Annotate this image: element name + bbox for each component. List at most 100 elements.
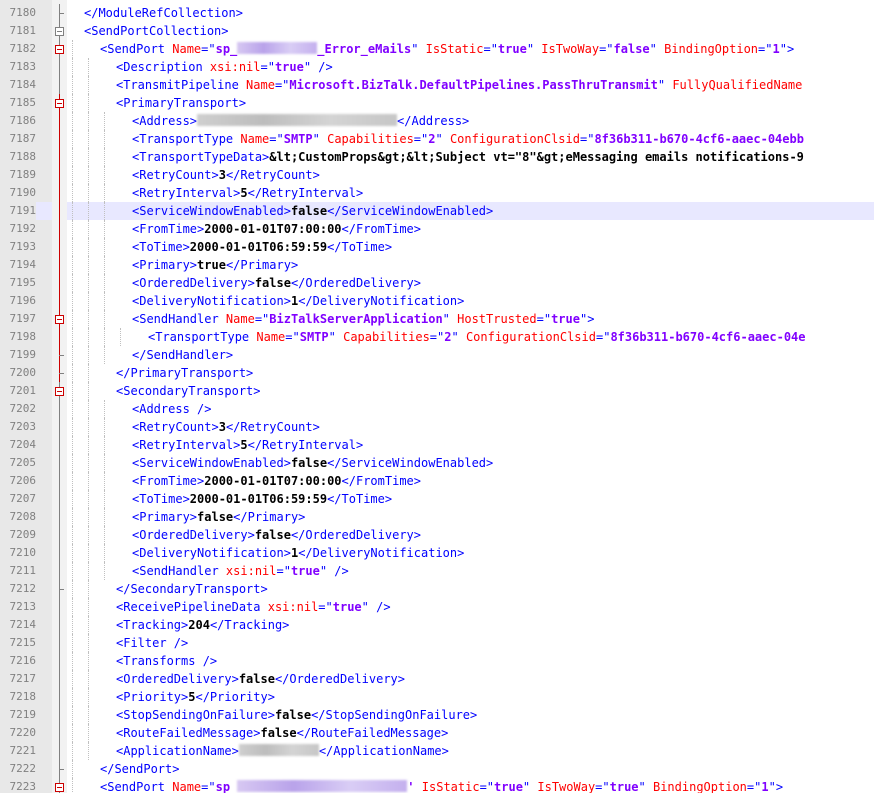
code-token: <OrderedDelivery> <box>116 672 239 686</box>
code-line[interactable]: 7219 <StopSendingOnFailure>false</StopSen… <box>0 706 874 724</box>
code-token: 3 <box>218 168 226 182</box>
code-line[interactable]: 7182 <SendPort Name="sp_ _Error_eMails" Is… <box>0 40 874 58</box>
code-line[interactable]: 7180 </ModuleRefCollection> <box>0 4 874 22</box>
code-line[interactable]: 7193 <ToTime>2000-01-01T06:59:59</ToTime> <box>0 238 874 256</box>
code-text: <DeliveryNotification>1</DeliveryNotific… <box>132 544 464 562</box>
code-text: <Transforms /> <box>116 652 217 670</box>
line-number: 7199 <box>0 346 36 364</box>
code-line[interactable]: 7181 <SendPortCollection> <box>0 22 874 40</box>
code-line[interactable]: 7192 <FromTime>2000-01-01T07:00:00</FromT… <box>0 220 874 238</box>
indent-guide <box>104 238 105 256</box>
code-line[interactable]: 7211 <SendHandler xsi:nil="true" /> <box>0 562 874 580</box>
indent-guide <box>104 346 105 364</box>
code-line[interactable]: 7187 <TransportType Name="SMTP" Capabilit… <box>0 130 874 148</box>
code-token: " <box>435 132 450 146</box>
fold-toggle-icon[interactable] <box>52 310 67 328</box>
code-token: =" <box>746 780 762 793</box>
code-line[interactable]: 7186 <Address> </Address> <box>0 112 874 130</box>
code-token: <RouteFailedMessage> <box>116 726 261 740</box>
indent-guide <box>104 130 105 148</box>
code-line[interactable]: 7199 </SendHandler> <box>0 346 874 364</box>
indent-guide <box>88 364 89 382</box>
fold-line <box>52 202 67 220</box>
fold-line <box>52 58 67 76</box>
code-line[interactable]: 7215 <Filter /> <box>0 634 874 652</box>
code-line[interactable]: 7210 <DeliveryNotification>1</DeliveryNot… <box>0 544 874 562</box>
code-line[interactable]: 7201 <SecondaryTransport> <box>0 382 874 400</box>
code-token: <Description <box>116 60 210 74</box>
line-number: 7202 <box>0 400 36 418</box>
code-token: IsTwoWay <box>541 42 600 56</box>
code-token: false <box>613 42 650 56</box>
indent-guide <box>88 310 89 328</box>
code-line[interactable]: 7185 <PrimaryTransport> <box>0 94 874 112</box>
code-line[interactable]: 7188 <TransportTypeData>&lt;CustomProps&g… <box>0 148 874 166</box>
code-line[interactable]: 7191 <ServiceWindowEnabled>false</Service… <box>0 202 874 220</box>
indent-guide <box>88 130 89 148</box>
code-line[interactable]: 7194 <Primary>true</Primary> <box>0 256 874 274</box>
code-token: </StopSendingOnFailure> <box>311 708 478 722</box>
code-line[interactable]: 7213 <ReceivePipelineData xsi:nil="true" … <box>0 598 874 616</box>
code-line[interactable]: 7220 <RouteFailedMessage>false</RouteFail… <box>0 724 874 742</box>
fold-toggle-icon[interactable] <box>52 382 67 400</box>
code-line[interactable]: 7207 <ToTime>2000-01-01T06:59:59</ToTime> <box>0 490 874 508</box>
code-line[interactable]: 7205 <ServiceWindowEnabled>false</Service… <box>0 454 874 472</box>
fold-line <box>52 76 67 94</box>
code-line[interactable]: 7222 </SendPort> <box>0 760 874 778</box>
code-line[interactable]: 7208 <Primary>false</Primary> <box>0 508 874 526</box>
indent-guide <box>104 202 105 220</box>
xml-editor[interactable]: 7180 </ModuleRefCollection> 7181 <SendPortC… <box>0 0 874 793</box>
indent-guide <box>72 76 73 94</box>
line-number: 7201 <box>0 382 36 400</box>
code-token: BindingOption <box>664 42 759 56</box>
indent-guide <box>104 328 105 346</box>
fold-toggle-icon[interactable] <box>52 778 67 793</box>
code-token: true <box>197 258 226 272</box>
code-line[interactable]: 7189 <RetryCount>3</RetryCount> <box>0 166 874 184</box>
fold-toggle-icon[interactable] <box>52 22 67 40</box>
line-number: 7197 <box>0 310 36 328</box>
indent-guide <box>88 112 89 130</box>
code-line[interactable]: 7206 <FromTime>2000-01-01T07:00:00</FromT… <box>0 472 874 490</box>
code-token: " <box>649 42 665 56</box>
indent-guide <box>72 724 73 742</box>
code-token: </RetryCount> <box>225 420 320 434</box>
code-line[interactable]: 7212 </SecondaryTransport> <box>0 580 874 598</box>
indent-guide <box>72 292 73 310</box>
code-token: </OrderedDelivery> <box>274 672 405 686</box>
code-line[interactable]: 7221 <ApplicationName> </ApplicationName> <box>0 742 874 760</box>
code-line[interactable]: 7198 <TransportType Name="SMTP" Capabilit… <box>0 328 874 346</box>
code-line[interactable]: 7216 <Transforms /> <box>0 652 874 670</box>
code-line[interactable]: 7214 <Tracking>204</Tracking> <box>0 616 874 634</box>
fold-line <box>52 490 67 508</box>
code-token: </Address> <box>397 114 470 128</box>
code-token: </Priority> <box>195 690 275 704</box>
line-number: 7219 <box>0 706 36 724</box>
code-token: " <box>522 780 538 793</box>
code-line[interactable]: 7196 <DeliveryNotification>1</DeliveryNot… <box>0 292 874 310</box>
code-line[interactable]: 7200 </PrimaryTransport> <box>0 364 874 382</box>
code-token: true <box>497 42 527 56</box>
line-number: 7193 <box>0 238 36 256</box>
code-line[interactable]: 7202 <Address /> <box>0 400 874 418</box>
indent-guide <box>88 220 89 238</box>
line-number: 7195 <box>0 274 36 292</box>
code-line[interactable]: 7183 <Description xsi:nil="true" /> <box>0 58 874 76</box>
code-line[interactable]: 7204 <RetryInterval>5</RetryInterval> <box>0 436 874 454</box>
code-token: 2000-01-01T06:59:59 <box>189 240 328 254</box>
code-line[interactable]: 7203 <RetryCount>3</RetryCount> <box>0 418 874 436</box>
code-line[interactable]: 7190 <RetryInterval>5</RetryInterval> <box>0 184 874 202</box>
indent-guide <box>88 418 89 436</box>
fold-toggle-icon[interactable] <box>52 40 67 58</box>
code-line[interactable]: 7223 <SendPort Name="sp ' IsStatic="true"… <box>0 778 874 793</box>
fold-toggle-icon[interactable] <box>52 94 67 112</box>
indent-guide <box>104 256 105 274</box>
code-line[interactable]: 7209 <OrderedDelivery>false</OrderedDeliv… <box>0 526 874 544</box>
code-line[interactable]: 7218 <Priority>5</Priority> <box>0 688 874 706</box>
code-line[interactable]: 7197 <SendHandler Name="BizTalkServerAppl… <box>0 310 874 328</box>
code-line[interactable]: 7184 <TransmitPipeline Name="Microsoft.Bi… <box>0 76 874 94</box>
code-line[interactable]: 7217 <OrderedDelivery>false</OrderedDeliv… <box>0 670 874 688</box>
code-line[interactable]: 7195 <OrderedDelivery>false</OrderedDeliv… <box>0 274 874 292</box>
code-token: <ReceivePipelineData <box>116 600 268 614</box>
code-text: <Primary>true</Primary> <box>132 256 298 274</box>
